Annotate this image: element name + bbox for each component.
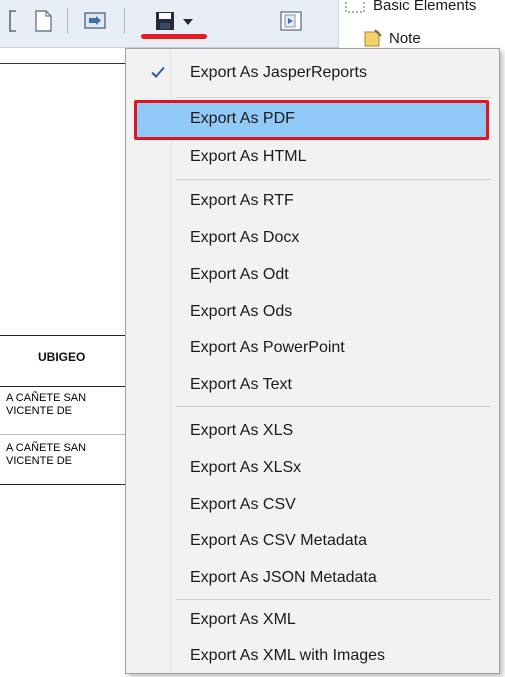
menu-item-label: Export As PDF <box>190 110 295 127</box>
menu-item-label: Export As JasperReports <box>190 64 367 81</box>
menu-item-label: Export As Ods <box>190 303 293 320</box>
menu-item-label: Export As Text <box>190 376 292 393</box>
menu-item-export-json-metadata[interactable]: Export As JSON Metadata <box>136 560 489 596</box>
palette-panel: Basic Elements Note <box>338 0 505 48</box>
menu-item-export-xml[interactable]: Export As XML <box>136 602 489 638</box>
checkmark-icon <box>151 66 165 78</box>
note-icon <box>364 29 382 47</box>
menu-item-export-xls[interactable]: Export As XLS <box>136 413 489 449</box>
zoom-page-icon <box>280 11 302 31</box>
report-cell-line2: VICENTE DE <box>6 455 73 467</box>
document-icon <box>35 10 52 32</box>
report-cell-line1: A CAÑETE SAN <box>6 442 87 454</box>
zoom-button[interactable] <box>276 8 306 34</box>
preview-button[interactable] <box>78 8 112 34</box>
menu-item-export-ods[interactable]: Export As Ods <box>136 294 489 330</box>
preview-icon <box>84 12 106 29</box>
save-icon <box>156 12 174 30</box>
menu-item-export-odt[interactable]: Export As Odt <box>136 257 489 293</box>
menu-item-export-rtf[interactable]: Export As RTF <box>136 183 489 219</box>
palette-basic-elements[interactable]: Basic Elements <box>339 0 476 16</box>
menu-item-label: Export As PowerPoint <box>190 339 345 356</box>
menu-item-label: Export As XLS <box>190 422 294 439</box>
report-canvas: UBIGEO A CAÑETE SAN VICENTE DE A CAÑETE … <box>0 48 125 677</box>
column-header-bottom-rule <box>0 386 125 387</box>
menu-separator <box>176 97 491 98</box>
menu-item-export-xlsx[interactable]: Export As XLSx <box>136 450 489 486</box>
menu-item-label: Export As RTF <box>190 192 294 209</box>
menu-item-label: Export As XLSx <box>190 459 302 476</box>
menu-item-label: Export As JSON Metadata <box>190 569 377 586</box>
menu-item-label: Export As Odt <box>190 266 289 283</box>
palette-note-label: Note <box>389 29 421 47</box>
report-border <box>0 63 125 64</box>
bracket-icon <box>4 8 20 34</box>
toolbar-separator <box>124 8 125 34</box>
row-separator <box>0 434 125 435</box>
menu-item-export-powerpoint[interactable]: Export As PowerPoint <box>136 330 489 366</box>
menu-item-label: Export As CSV Metadata <box>190 532 367 549</box>
menu-separator <box>176 599 491 600</box>
menu-item-label: Export As XML with Images <box>190 647 386 664</box>
report-bottom-rule <box>0 484 125 485</box>
export-menu: Export As JasperReports Export As PDF Ex… <box>125 48 500 674</box>
new-page-button[interactable] <box>28 8 58 34</box>
menu-item-export-csv-metadata[interactable]: Export As CSV Metadata <box>136 523 489 559</box>
menu-item-export-html[interactable]: Export As HTML <box>136 139 489 175</box>
menu-item-label: Export As XML <box>190 611 296 628</box>
palette-basic-elements-label: Basic Elements <box>373 0 477 14</box>
column-header-ubigeo: UBIGEO <box>38 350 86 364</box>
menu-item-label: Export As Docx <box>190 229 300 246</box>
menu-item-export-pdf[interactable]: Export As PDF <box>136 101 489 137</box>
report-cell-line2: VICENTE DE <box>6 405 73 417</box>
report-cell-line1: A CAÑETE SAN <box>6 392 87 404</box>
toolbar-separator <box>67 8 68 34</box>
menu-item-export-jasperreports[interactable]: Export As JasperReports <box>136 55 489 91</box>
toolbar <box>0 0 338 48</box>
red-annotation-underline <box>141 34 207 39</box>
menu-item-export-xml-with-images[interactable]: Export As XML with Images <box>136 638 489 674</box>
export-button[interactable] <box>140 8 210 34</box>
palette-note[interactable]: Note <box>363 28 421 48</box>
menu-item-label: Export As HTML <box>190 148 307 165</box>
menu-separator <box>176 406 491 407</box>
menu-separator <box>176 179 491 180</box>
menu-item-export-text[interactable]: Export As Text <box>136 367 489 403</box>
menu-item-export-docx[interactable]: Export As Docx <box>136 220 489 256</box>
menu-item-export-csv[interactable]: Export As CSV <box>136 487 489 523</box>
menu-item-label: Export As CSV <box>190 496 296 513</box>
column-header-top-rule <box>0 335 125 336</box>
chevron-down-icon <box>183 19 193 25</box>
group-bracket-icon <box>345 0 365 13</box>
